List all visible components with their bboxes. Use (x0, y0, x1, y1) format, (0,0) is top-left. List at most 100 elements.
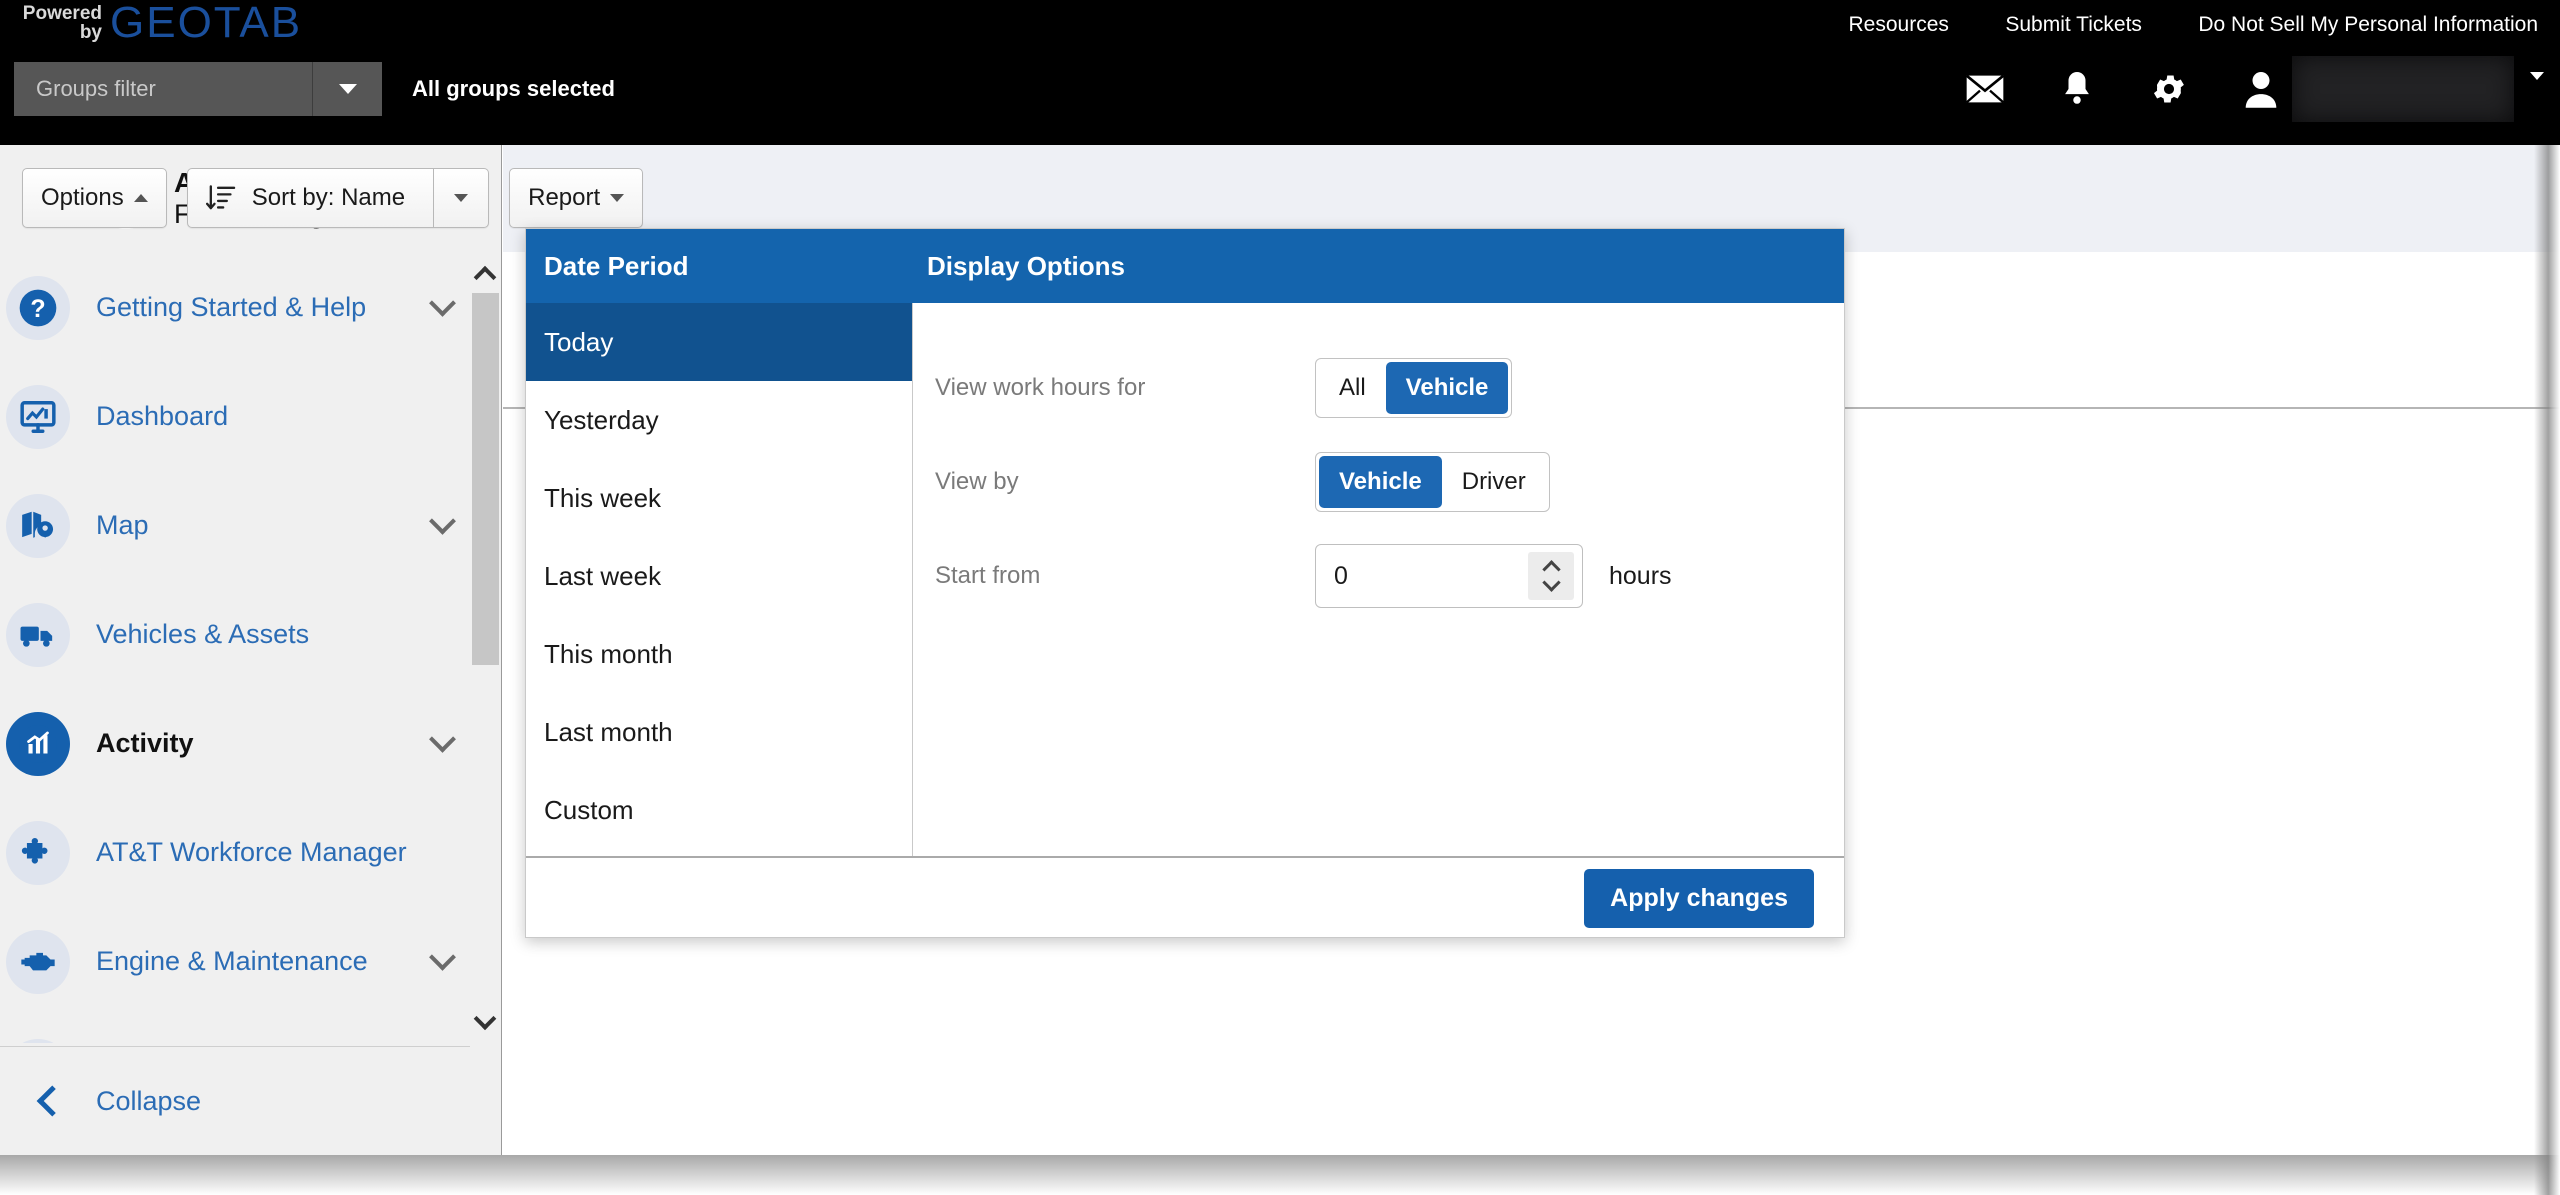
panel-footer: Apply changes (526, 856, 1844, 938)
sidebar-item-label: Engine & Maintenance (96, 946, 368, 976)
view-work-hours-for-row: View work hours for All Vehicle (935, 341, 1844, 435)
help-circle-icon: ? (6, 275, 70, 340)
view-work-hours-for-segmented-control: All Vehicle (1315, 358, 1513, 418)
bell-icon[interactable] (2048, 60, 2106, 118)
apply-changes-button[interactable]: Apply changes (1584, 868, 1814, 928)
dashboard-icon (6, 384, 70, 449)
chevron-down-icon[interactable] (414, 943, 470, 971)
date-period-option-this-week[interactable]: This week (526, 459, 912, 537)
view-by-row: View by Vehicle Driver (935, 435, 1844, 529)
display-options-form: View work hours for All Vehicle View by … (913, 303, 1844, 856)
sidebar-item-att-workforce-manager[interactable]: AT&T Workforce Manager (0, 798, 470, 907)
date-period-label: Last month (544, 716, 673, 747)
sidebar-scrollbar-thumb[interactable] (472, 293, 499, 665)
powered-by-line1: Powered (22, 3, 102, 24)
powered-by-line2: by (79, 22, 102, 43)
toolbar-button-row: Options Sort by: Name Report (22, 168, 644, 228)
sidebar-item-partial-next[interactable] (0, 1016, 470, 1043)
date-period-label: Custom (544, 794, 634, 825)
top-header-bar: Powered by GEOTAB Resources Submit Ticke… (0, 0, 2560, 145)
stepper-arrows[interactable] (1528, 552, 1574, 600)
start-from-label: Start from (935, 562, 1041, 589)
sidebar-item-label: Getting Started & Help (96, 292, 367, 322)
report-button-label: Report (528, 184, 601, 211)
user-name-redacted[interactable] (2292, 56, 2514, 122)
chevron-down-icon[interactable] (414, 507, 470, 535)
do-not-sell-link[interactable]: Do Not Sell My Personal Information (2198, 8, 2538, 42)
sidebar-item-label: AT&T Workforce Manager (96, 837, 407, 867)
date-period-label: Last week (544, 560, 662, 591)
sidebar-item-activity[interactable]: Activity (0, 689, 470, 798)
options-button[interactable]: Options (22, 168, 167, 228)
application-window: Powered by GEOTAB Resources Submit Ticke… (0, 0, 2560, 1195)
view-by-option-driver[interactable]: Driver (1442, 456, 1546, 508)
start-from-unit-label: hours (1609, 561, 1672, 590)
view-work-hours-option-vehicle[interactable]: Vehicle (1385, 362, 1509, 414)
resources-link[interactable]: Resources (1849, 8, 1949, 42)
view-by-segmented-control: Vehicle Driver (1315, 452, 1550, 512)
sidebar-item-label: Dashboard (96, 401, 229, 431)
panel-header-row: Date Period Display Options (526, 229, 1844, 303)
start-from-row: Start from 0 hours (935, 529, 1844, 623)
gear-icon[interactable] (2140, 60, 2198, 118)
powered-by-label: Powered by (18, 4, 102, 42)
date-period-option-last-week[interactable]: Last week (526, 537, 912, 615)
date-period-option-custom[interactable]: Custom (526, 771, 912, 849)
report-button[interactable]: Report (509, 168, 644, 228)
user-menu-chevron-down-icon[interactable] (2530, 72, 2544, 98)
mail-icon[interactable] (1956, 60, 2014, 118)
chevron-down-icon (454, 194, 469, 202)
sort-dropdown-toggle[interactable] (434, 168, 490, 228)
sidebar-item-label: Vehicles & Assets (96, 619, 310, 649)
scroll-up-chevron-icon[interactable] (469, 253, 501, 293)
view-work-hours-for-label: View work hours for (935, 374, 1146, 401)
svg-text:?: ? (30, 295, 45, 323)
stepper-down-icon[interactable] (1541, 573, 1561, 592)
options-button-label: Options (41, 184, 124, 211)
sort-by-button[interactable]: Sort by: Name (186, 168, 435, 228)
chevron-down-icon[interactable] (414, 289, 470, 317)
sidebar-item-engine-maintenance[interactable]: Engine & Maintenance (0, 907, 470, 1016)
sidebar-item-dashboard[interactable]: Dashboard (0, 362, 470, 471)
collapse-label: Collapse (96, 1085, 202, 1116)
date-period-option-yesterday[interactable]: Yesterday (526, 381, 912, 459)
view-by-option-vehicle[interactable]: Vehicle (1319, 456, 1442, 508)
groups-filter-chevron-down-icon[interactable] (312, 62, 382, 116)
display-options-title: Display Options (927, 250, 1125, 281)
header-icon-group (1922, 56, 2544, 122)
report-button-group: Report (509, 168, 644, 228)
sidebar-item-vehicles-assets[interactable]: Vehicles & Assets (0, 580, 470, 689)
sidebar-scroll-region: ? Getting Started & Help Dashboard Map V… (0, 253, 501, 1043)
user-icon[interactable] (2232, 60, 2290, 118)
date-period-option-today[interactable]: Today (526, 303, 912, 381)
date-period-label: This month (544, 638, 673, 669)
sidebar-scrollbar[interactable] (469, 253, 501, 1043)
groups-filter-dropdown[interactable]: Groups filter (14, 62, 382, 116)
chevron-down-icon[interactable] (414, 725, 470, 753)
sidebar-nav-list: ? Getting Started & Help Dashboard Map V… (0, 253, 470, 1043)
date-period-option-last-month[interactable]: Last month (526, 693, 912, 771)
submit-tickets-link[interactable]: Submit Tickets (2005, 8, 2142, 42)
date-period-option-this-month[interactable]: This month (526, 615, 912, 693)
view-work-hours-option-all[interactable]: All (1319, 362, 1386, 414)
date-period-title: Date Period (544, 250, 689, 281)
map-pin-icon (6, 493, 70, 558)
start-from-stepper[interactable]: 0 (1315, 544, 1583, 608)
display-options-header: Display Options (913, 229, 1844, 303)
sidebar-item-map[interactable]: Map (0, 471, 470, 580)
scroll-down-chevron-icon[interactable] (469, 1003, 501, 1043)
sort-by-label: Sort by: Name (251, 184, 406, 211)
date-period-label: Yesterday (544, 404, 659, 435)
sidebar-collapse-button[interactable]: Collapse (0, 1047, 501, 1155)
start-from-input[interactable]: 0 (1334, 562, 1528, 591)
groups-filter-input[interactable]: Groups filter (14, 76, 312, 102)
puzzle-icon (6, 820, 70, 885)
partial-icon (6, 1038, 70, 1043)
sidebar-item-label: Activity (96, 728, 194, 758)
sidebar-item-label: Map (96, 510, 149, 540)
sidebar-item-getting-started-help[interactable]: ? Getting Started & Help (0, 253, 470, 362)
date-period-list: Today Yesterday This week Last week This… (526, 303, 913, 856)
date-period-label: This week (544, 482, 662, 513)
chevron-up-icon (133, 194, 148, 202)
sidebar-scrollbar-track[interactable] (472, 293, 499, 1003)
